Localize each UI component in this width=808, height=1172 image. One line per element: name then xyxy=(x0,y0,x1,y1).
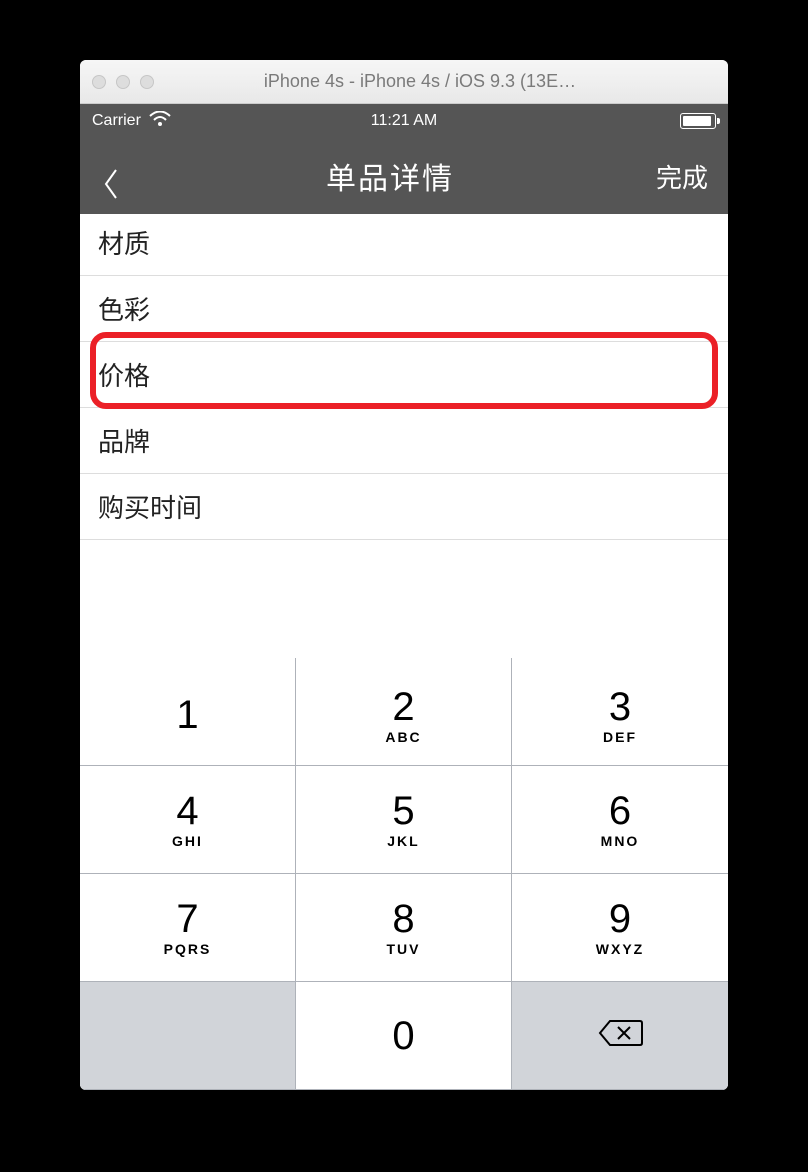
key-num: 3 xyxy=(609,687,631,727)
label-purchase-time: 购买时间 xyxy=(98,493,202,523)
window-title: iPhone 4s - iPhone 4s / iOS 9.3 (13E… xyxy=(154,71,686,92)
backspace-icon xyxy=(596,1017,644,1054)
key-0[interactable]: 0 xyxy=(296,982,512,1090)
key-1[interactable]: 1 xyxy=(80,658,296,766)
wifi-icon xyxy=(149,111,171,132)
key-9[interactable]: 9 WXYZ xyxy=(512,874,728,982)
key-delete[interactable] xyxy=(512,982,728,1090)
key-num: 0 xyxy=(392,1016,414,1056)
key-letters: WXYZ xyxy=(596,941,644,957)
device-screen: Carrier 11:21 AM 单品详情 完成 材质 色彩 价格 xyxy=(80,104,728,1090)
traffic-lights xyxy=(92,75,154,89)
battery-icon xyxy=(680,113,716,129)
label-color: 色彩 xyxy=(98,295,150,325)
key-4[interactable]: 4 GHI xyxy=(80,766,296,874)
row-material[interactable]: 材质 xyxy=(80,214,728,276)
key-num: 1 xyxy=(176,695,198,735)
key-letters: PQRS xyxy=(164,941,212,957)
key-7[interactable]: 7 PQRS xyxy=(80,874,296,982)
label-brand: 品牌 xyxy=(98,427,150,457)
done-button[interactable]: 完成 xyxy=(656,158,708,195)
nav-bar: 单品详情 完成 xyxy=(80,138,728,214)
key-num: 8 xyxy=(392,899,414,939)
key-num: 7 xyxy=(176,899,198,939)
form: 材质 色彩 价格 品牌 购买时间 xyxy=(80,214,728,540)
key-2[interactable]: 2 ABC xyxy=(296,658,512,766)
row-color[interactable]: 色彩 xyxy=(80,276,728,342)
key-letters: GHI xyxy=(172,833,203,849)
key-num: 5 xyxy=(392,791,414,831)
page-title: 单品详情 xyxy=(326,154,454,198)
key-num: 4 xyxy=(176,791,198,831)
key-letters: JKL xyxy=(387,833,419,849)
row-price[interactable]: 价格 xyxy=(80,342,728,408)
key-5[interactable]: 5 JKL xyxy=(296,766,512,874)
minimize-icon[interactable] xyxy=(116,75,130,89)
key-letters: TUV xyxy=(387,941,421,957)
key-num: 2 xyxy=(392,687,414,727)
key-3[interactable]: 3 DEF xyxy=(512,658,728,766)
status-time: 11:21 AM xyxy=(371,112,437,130)
carrier-label: Carrier xyxy=(92,112,141,130)
key-num: 6 xyxy=(609,791,631,831)
key-letters: DEF xyxy=(603,729,637,745)
label-price: 价格 xyxy=(98,361,150,391)
key-blank xyxy=(80,982,296,1090)
back-button[interactable] xyxy=(100,164,124,188)
key-num: 9 xyxy=(609,899,631,939)
zoom-icon[interactable] xyxy=(140,75,154,89)
highlight-box xyxy=(90,332,718,409)
key-8[interactable]: 8 TUV xyxy=(296,874,512,982)
status-bar: Carrier 11:21 AM xyxy=(80,104,728,138)
status-left: Carrier xyxy=(92,111,171,132)
close-icon[interactable] xyxy=(92,75,106,89)
simulator-window: iPhone 4s - iPhone 4s / iOS 9.3 (13E… Ca… xyxy=(80,60,728,1090)
label-material: 材质 xyxy=(98,229,150,259)
key-letters: MNO xyxy=(601,833,640,849)
window-titlebar: iPhone 4s - iPhone 4s / iOS 9.3 (13E… xyxy=(80,60,728,104)
key-letters: ABC xyxy=(385,729,421,745)
row-brand[interactable]: 品牌 xyxy=(80,408,728,474)
key-6[interactable]: 6 MNO xyxy=(512,766,728,874)
row-purchase-time[interactable]: 购买时间 xyxy=(80,474,728,540)
numeric-keypad: 1 2 ABC 3 DEF 4 GHI 5 JKL 6 MNO 7 PQRS 8 TUV 9 W… xyxy=(80,658,728,1090)
